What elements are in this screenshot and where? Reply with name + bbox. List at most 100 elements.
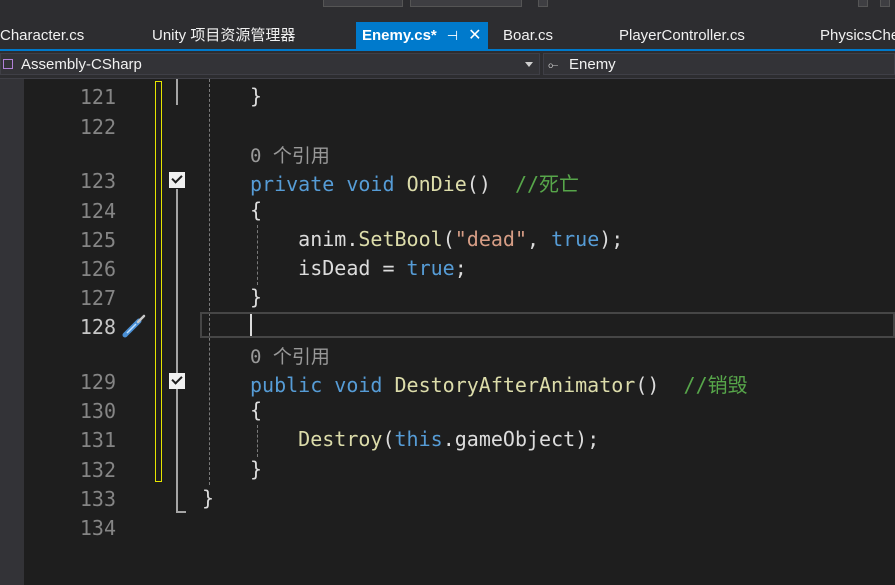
class-dropdown[interactable]: ⟜ Enemy <box>543 53 895 75</box>
tab-enemy-cs[interactable]: Enemy.cs* ⊣ ✕ <box>356 22 488 49</box>
tab-label: Unity 项目资源管理器 <box>152 27 296 44</box>
line-number: 124 <box>79 199 116 223</box>
code-line-132[interactable]: } <box>250 457 262 481</box>
code-line-133[interactable]: } <box>202 486 214 510</box>
tab-label: Character.cs <box>0 27 85 44</box>
code-token: isDead <box>298 256 371 280</box>
code-token: } <box>202 486 215 510</box>
line-number: 131 <box>79 428 116 452</box>
line-number: 126 <box>79 257 116 281</box>
tab-boar-cs[interactable]: Boar.cs <box>503 22 553 49</box>
code-token: //销毁 <box>683 373 748 397</box>
project-name: Assembly-CSharp <box>21 56 142 73</box>
toolbar-button-2[interactable] <box>858 0 868 7</box>
current-line-highlight <box>200 312 895 338</box>
indent-guide <box>209 79 210 485</box>
outline-line <box>176 189 178 511</box>
change-marker <box>155 81 162 482</box>
codelens-references[interactable]: 0 个引用 <box>250 141 330 168</box>
code-token: , <box>526 227 552 251</box>
line-number: 129 <box>79 370 116 394</box>
line-number: 125 <box>79 228 116 252</box>
toolbar-dropdown-2[interactable] <box>410 0 522 7</box>
collapse-method-ondie[interactable] <box>169 172 185 188</box>
class-icon: ⟜ <box>548 57 559 72</box>
tab-physicscheck-cs[interactable]: PhysicsChe <box>820 22 895 49</box>
codelens-references[interactable]: 0 个引用 <box>250 342 330 369</box>
code-line-130[interactable]: { <box>250 398 262 422</box>
code-token: () <box>635 373 660 397</box>
code-line-131[interactable]: Destroy(this.gameObject); <box>250 427 599 451</box>
line-number: 130 <box>79 399 116 423</box>
code-token: } <box>250 84 263 108</box>
code-token: true <box>406 256 455 280</box>
line-number-current: 128 <box>79 315 116 339</box>
close-icon[interactable]: ✕ <box>468 22 481 49</box>
code-token: () <box>466 172 491 196</box>
tab-label: Enemy.cs* <box>362 27 437 44</box>
toolbar-button-3[interactable] <box>880 0 890 7</box>
code-token: gameObject <box>454 427 576 451</box>
tab-label: PlayerController.cs <box>619 27 745 44</box>
toolbar-dropdown-1[interactable] <box>323 0 403 7</box>
code-line-121[interactable]: } <box>250 84 262 108</box>
code-token: { <box>250 398 263 422</box>
code-token: anim <box>298 227 347 251</box>
code-token: "dead" <box>454 227 527 251</box>
outline-end <box>176 511 186 513</box>
project-dropdown[interactable]: Assembly-CSharp <box>0 53 540 75</box>
line-number: 127 <box>79 286 116 310</box>
line-number: 123 <box>79 169 116 193</box>
code-token: } <box>250 285 263 309</box>
code-token: = <box>370 256 407 280</box>
code-token: ( <box>442 227 455 251</box>
code-token: true <box>551 227 600 251</box>
collapse-method-destoryafteranimator[interactable] <box>169 373 185 389</box>
tab-character-cs[interactable]: Character.cs <box>0 22 84 49</box>
code-token: this <box>394 427 443 451</box>
screwdriver-brush-icon[interactable] <box>119 311 149 341</box>
code-token: . <box>346 227 359 251</box>
tab-unity-explorer[interactable]: Unity 项目资源管理器 <box>152 22 295 49</box>
code-token: DestoryAfterAnimator <box>394 373 636 397</box>
code-token: . <box>442 427 455 451</box>
code-line-126[interactable]: isDead = true; <box>250 256 467 280</box>
line-number: 133 <box>79 487 116 511</box>
cs-project-icon <box>3 59 13 69</box>
toolbar-button-1[interactable] <box>538 0 548 7</box>
code-token: Destroy <box>298 427 383 451</box>
code-token: ); <box>599 227 624 251</box>
line-number: 122 <box>79 115 116 139</box>
code-token: SetBool <box>358 227 443 251</box>
code-token: public <box>250 373 323 397</box>
line-number: 121 <box>79 85 116 109</box>
pin-icon[interactable]: ⊣ <box>447 22 458 49</box>
tab-label: PhysicsChe <box>820 27 895 44</box>
code-line-125[interactable]: anim.SetBool("dead", true); <box>250 227 623 251</box>
navigation-bar: Assembly-CSharp ⟜ Enemy <box>0 51 895 79</box>
code-token: ); <box>575 427 600 451</box>
code-token: OnDie <box>406 172 467 196</box>
code-line-129[interactable]: public void DestoryAfterAnimator() //销毁 <box>250 369 748 398</box>
editor-left-margin <box>0 79 24 585</box>
code-line-123[interactable]: private void OnDie() //死亡 <box>250 168 579 197</box>
code-token: } <box>250 457 263 481</box>
text-caret <box>250 314 252 336</box>
class-name: Enemy <box>569 56 616 73</box>
tab-label: Boar.cs <box>503 27 554 44</box>
code-token: void <box>334 373 383 397</box>
code-token: private <box>250 172 335 196</box>
line-number: 132 <box>79 458 116 482</box>
document-tab-bar: Character.cs Unity 项目资源管理器 Enemy.cs* ⊣ ✕ B… <box>0 22 895 49</box>
code-token: void <box>346 172 395 196</box>
code-token: { <box>250 198 263 222</box>
code-line-124[interactable]: { <box>250 198 262 222</box>
code-token: ( <box>382 427 395 451</box>
chevron-down-icon[interactable] <box>525 62 533 67</box>
code-line-127[interactable]: } <box>250 285 262 309</box>
tab-playercontroller-cs[interactable]: PlayerController.cs <box>619 22 745 49</box>
outline-line <box>176 79 178 105</box>
top-toolbar-strip <box>0 0 895 22</box>
code-token: //死亡 <box>514 172 580 196</box>
code-editor[interactable]: 121 122 123 124 125 126 127 128 129 130 … <box>24 79 895 585</box>
